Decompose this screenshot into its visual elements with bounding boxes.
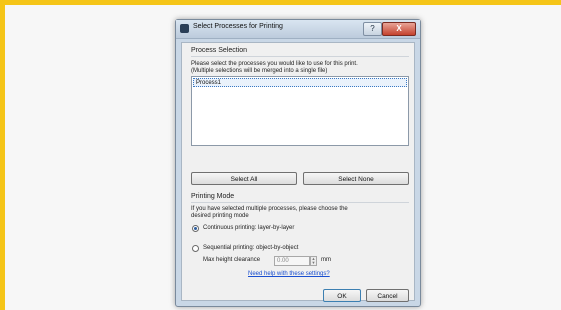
dialog-client-area: Process Selection Please select the proc… (181, 42, 415, 302)
process-selection-description-1: Please select the processes you would li… (191, 61, 358, 67)
list-item-process1[interactable]: Process1 (193, 78, 407, 87)
dialog-title: Select Processes for Printing (193, 23, 283, 30)
max-height-input[interactable]: 0.00 (274, 256, 310, 266)
cancel-button[interactable]: Cancel (366, 289, 409, 302)
continuous-printing-label[interactable]: Continuous printing: layer-by-layer (203, 225, 294, 231)
close-button[interactable]: X (382, 22, 416, 36)
printing-mode-description-1: If you have selected multiple processes,… (191, 206, 348, 212)
sequential-printing-radio[interactable] (192, 245, 199, 252)
ok-button[interactable]: OK (323, 289, 361, 302)
max-height-stepper[interactable]: ▲ ▼ (310, 256, 317, 266)
process-selection-description-2: (Multiple selections will be merged into… (191, 68, 328, 74)
printing-mode-divider (191, 202, 409, 203)
process-selection-divider (191, 56, 409, 57)
continuous-printing-radio[interactable] (192, 225, 199, 232)
select-all-button[interactable]: Select All (191, 172, 297, 185)
sequential-printing-label[interactable]: Sequential printing: object-by-object (203, 245, 298, 251)
dialog-titlebar[interactable]: Select Processes for Printing ? X (176, 20, 420, 39)
max-height-unit: mm (321, 257, 331, 263)
printing-mode-heading: Printing Mode (191, 193, 235, 200)
app-icon (180, 24, 189, 33)
process-selection-heading: Process Selection (191, 47, 248, 54)
help-settings-link[interactable]: Need help with these settings? (248, 271, 330, 277)
screenshot-frame: Select Processes for Printing ? X Proces… (0, 0, 561, 310)
printing-mode-description-2: desired printing mode (191, 213, 249, 219)
max-height-label: Max height clearance (203, 257, 261, 263)
select-none-button[interactable]: Select None (303, 172, 409, 185)
select-processes-dialog: Select Processes for Printing ? X Proces… (175, 19, 421, 307)
help-button[interactable]: ? (363, 22, 382, 36)
process-list[interactable]: Process1 (191, 76, 409, 146)
